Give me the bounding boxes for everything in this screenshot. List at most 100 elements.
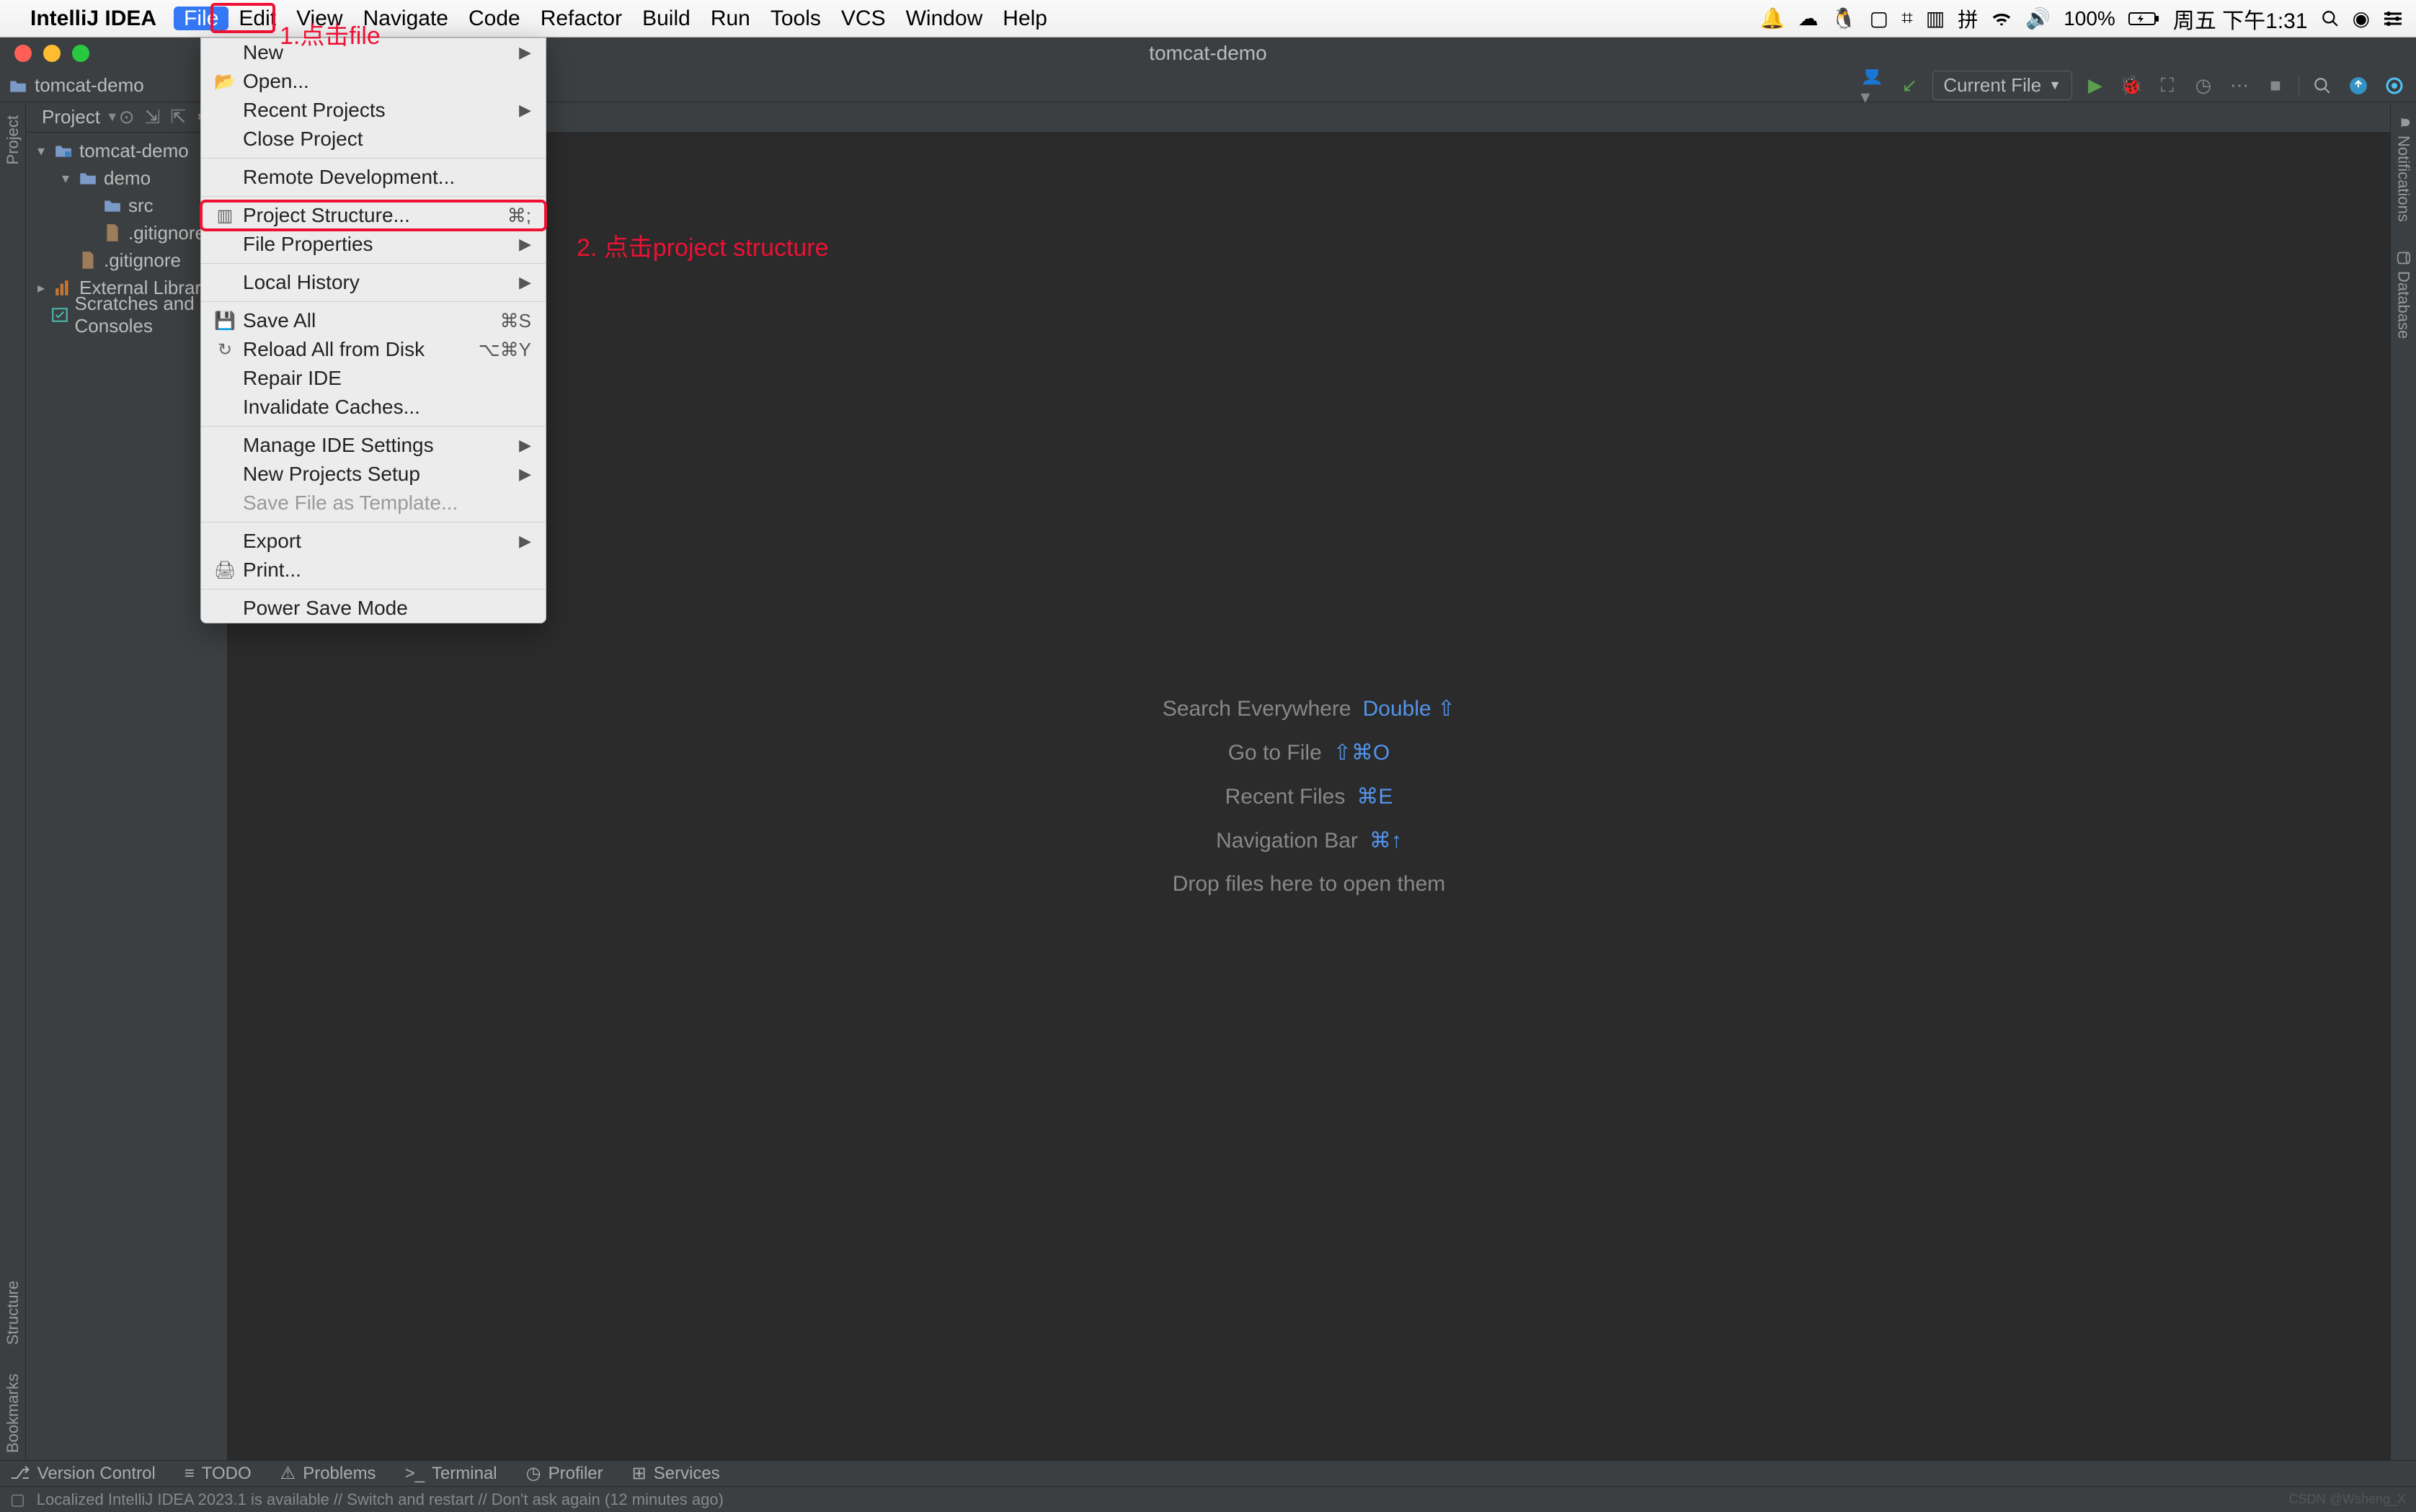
editor-hint: Recent Files⌘E	[1225, 784, 1393, 809]
add-user-icon[interactable]: 👤▾	[1860, 73, 1886, 99]
run-configuration-selector[interactable]: Current File▼	[1932, 71, 2072, 100]
tree-row[interactable]: src	[26, 192, 227, 219]
qq-tray-icon[interactable]: 🐧	[1831, 6, 1857, 30]
menu-item-open[interactable]: 📂Open...	[201, 67, 546, 96]
menu-item-project-structure[interactable]: ▥Project Structure...⌘;	[201, 201, 546, 230]
bottom-tool-services[interactable]: ⊞Services	[632, 1463, 720, 1484]
coverage-button[interactable]: ⛶	[2154, 73, 2180, 99]
select-opened-file-icon[interactable]: ⊙	[119, 106, 135, 128]
editor-hint: Navigation Bar⌘↑	[1216, 828, 1402, 853]
siri-icon[interactable]: ◉	[2353, 6, 2370, 30]
control-center-icon[interactable]	[2383, 10, 2403, 27]
battery-icon[interactable]	[2128, 11, 2160, 27]
bluetooth-icon[interactable]: ⌗	[1901, 6, 1913, 30]
app-name: IntelliJ IDEA	[30, 6, 156, 31]
run-button[interactable]: ▶	[2082, 73, 2108, 99]
zoom-window-button[interactable]	[72, 45, 89, 62]
menubar-item-run[interactable]: Run	[701, 6, 760, 30]
editor-hint: Search EverywhereDouble ⇧	[1163, 696, 1455, 721]
close-window-button[interactable]	[14, 45, 32, 62]
debug-button[interactable]: 🐞	[2118, 73, 2144, 99]
menu-item-new[interactable]: New▶	[201, 38, 546, 67]
window-title: tomcat-demo	[1149, 42, 1266, 65]
database-toolwindow-tab[interactable]: Database	[2391, 244, 2416, 346]
menu-item-invalidate-caches[interactable]: Invalidate Caches...	[201, 393, 546, 422]
menubar-item-navigate[interactable]: Navigate	[353, 6, 458, 30]
left-tool-stripe: Project Structure Bookmarks	[0, 102, 26, 1460]
menubar-item-refactor[interactable]: Refactor	[530, 6, 632, 30]
bottom-tool-terminal[interactable]: >_Terminal	[405, 1464, 497, 1484]
status-bar-widget-icon[interactable]: ▢	[10, 1490, 25, 1509]
breadcrumb[interactable]: tomcat-demo	[9, 74, 144, 97]
menu-item-print[interactable]: 🖨Print...	[201, 556, 546, 584]
minimize-window-button[interactable]	[43, 45, 61, 62]
menu-item-file-properties[interactable]: File Properties▶	[201, 230, 546, 259]
bottom-tool-version-control[interactable]: ⎇Version Control	[10, 1463, 156, 1484]
tree-row[interactable]: Scratches and Consoles	[26, 301, 227, 329]
notification-tray-icon[interactable]: 🔔	[1760, 6, 1785, 30]
wechat-tray-icon[interactable]: ☁	[1798, 6, 1818, 30]
editor-area: demo Search EverywhereDouble ⇧Go to File…	[228, 102, 2390, 1460]
tree-row[interactable]: ▾demo	[26, 164, 227, 192]
project-view-title[interactable]: Project	[42, 106, 100, 128]
menubar-item-help[interactable]: Help	[992, 6, 1057, 30]
vcs-update-icon[interactable]: ↙	[1896, 73, 1922, 99]
menubar-item-edit[interactable]: Edit	[228, 6, 286, 30]
bottom-tool-stripe: ⎇Version Control ≡TODO ⚠Problems >_Terminal…	[0, 1460, 2416, 1486]
status-message[interactable]: Localized IntelliJ IDEA 2023.1 is availa…	[37, 1490, 724, 1509]
editor-hint: Go to File⇧⌘O	[1228, 740, 1390, 765]
tree-row[interactable]: .gitignore	[26, 219, 227, 246]
structure-toolwindow-tab[interactable]: Structure	[1, 1273, 25, 1352]
menu-item-close-project[interactable]: Close Project	[201, 125, 546, 154]
spotlight-icon[interactable]	[2321, 9, 2340, 28]
menu-item-new-projects-setup[interactable]: New Projects Setup▶	[201, 460, 546, 489]
tree-row[interactable]: .gitignore	[26, 246, 227, 274]
input-method-icon[interactable]: 拼	[1958, 4, 1978, 33]
battery-widget-icon[interactable]: ▥	[1926, 6, 1945, 30]
attach-button[interactable]: ⋯	[2226, 73, 2252, 99]
menu-item-local-history[interactable]: Local History▶	[201, 268, 546, 297]
menu-item-save-all[interactable]: 💾Save All⌘S	[201, 306, 546, 335]
notifications-toolwindow-tab[interactable]: Notifications	[2391, 108, 2416, 229]
menu-item-power-save-mode[interactable]: Power Save Mode	[201, 594, 546, 623]
menubar-item-tools[interactable]: Tools	[760, 6, 831, 30]
menubar-item-build[interactable]: Build	[632, 6, 701, 30]
status-bar: ▢ Localized IntelliJ IDEA 2023.1 is avai…	[0, 1486, 2416, 1512]
volume-icon[interactable]: 🔊	[2025, 6, 2051, 30]
watermark: CSDN @Wsheng_X	[2289, 1492, 2406, 1507]
menubar-item-file[interactable]: File	[174, 6, 228, 30]
menu-item-repair-ide[interactable]: Repair IDE	[201, 364, 546, 393]
stop-button[interactable]: ■	[2262, 73, 2288, 99]
menu-item-save-file-as-template: Save File as Template...	[201, 489, 546, 517]
project-tool-window: Project ▼ ⊙ ⇲ ⇱ ⚙ — ▾tomcat-demo▾demosrc…	[26, 102, 228, 1460]
clock[interactable]: 周五 下午1:31	[2173, 3, 2308, 35]
menubar-item-window[interactable]: Window	[896, 6, 993, 30]
expand-all-icon[interactable]: ⇲	[145, 106, 161, 128]
collapse-all-icon[interactable]: ⇱	[170, 106, 186, 128]
tree-row[interactable]: ▾tomcat-demo	[26, 137, 227, 164]
menu-item-reload-all-from-disk[interactable]: ↻Reload All from Disk⌥⌘Y	[201, 335, 546, 364]
bookmarks-toolwindow-tab[interactable]: Bookmarks	[1, 1366, 25, 1460]
mac-menubar: IntelliJ IDEA FileEditViewNavigateCodeRe…	[0, 0, 2416, 37]
screen-mirror-icon[interactable]: ▢	[1870, 6, 1888, 30]
profile-button[interactable]: ◷	[2190, 73, 2216, 99]
file-menu-dropdown: New▶📂Open...Recent Projects▶Close Projec…	[200, 37, 546, 623]
bottom-tool-profiler[interactable]: ◷Profiler	[526, 1463, 603, 1484]
wifi-icon[interactable]	[1991, 11, 2012, 27]
menubar-item-vcs[interactable]: VCS	[831, 6, 896, 30]
search-everywhere-button[interactable]	[2309, 73, 2335, 99]
ide-updates-button[interactable]	[2345, 73, 2371, 99]
menu-item-recent-projects[interactable]: Recent Projects▶	[201, 96, 546, 125]
menu-item-remote-development[interactable]: Remote Development...	[201, 163, 546, 192]
bottom-tool-todo[interactable]: ≡TODO	[185, 1464, 252, 1484]
battery-text: 100%	[2064, 7, 2115, 30]
menu-item-export[interactable]: Export▶	[201, 527, 546, 556]
editor-hint: Drop files here to open them	[1173, 872, 1446, 897]
menubar-item-code[interactable]: Code	[458, 6, 530, 30]
ide-settings-button[interactable]	[2381, 73, 2407, 99]
right-tool-stripe: Notifications Database	[2390, 102, 2416, 1460]
bottom-tool-problems[interactable]: ⚠Problems	[280, 1463, 376, 1484]
menubar-item-view[interactable]: View	[286, 6, 352, 30]
project-toolwindow-tab[interactable]: Project	[1, 108, 25, 172]
menu-item-manage-ide-settings[interactable]: Manage IDE Settings▶	[201, 431, 546, 460]
